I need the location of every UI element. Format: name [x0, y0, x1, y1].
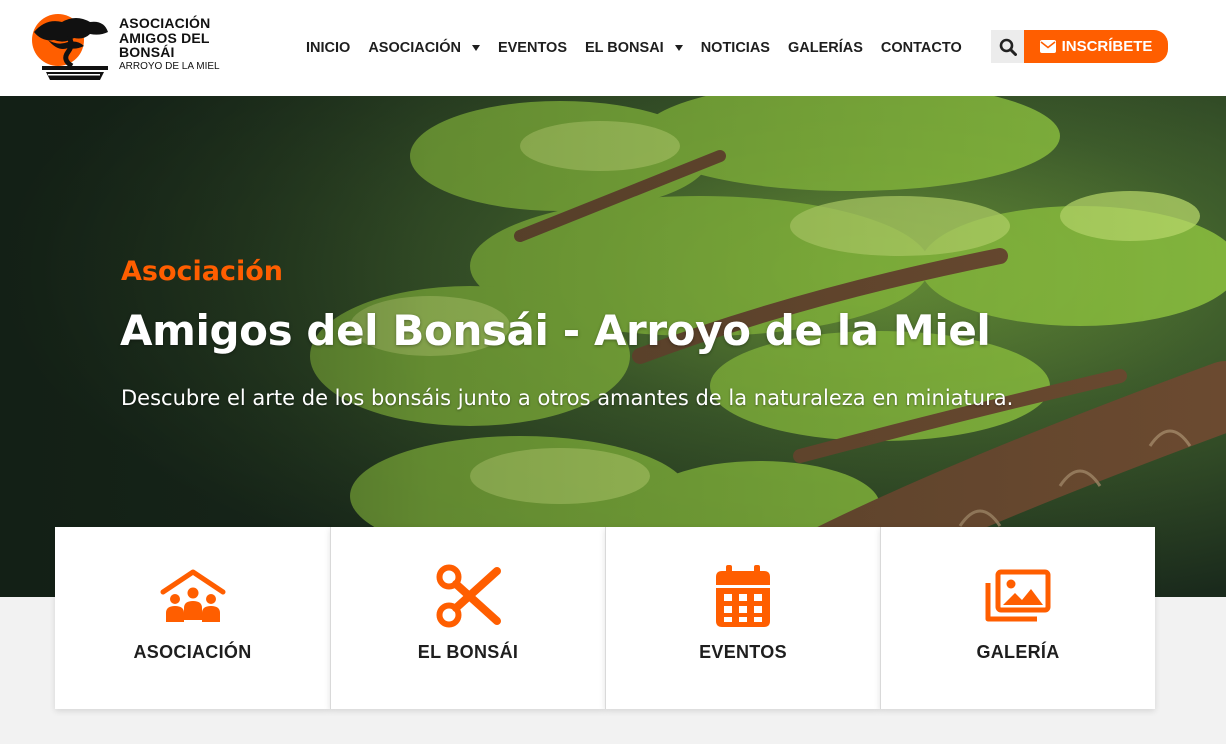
- nav-item-label: NOTICIAS: [700, 40, 770, 56]
- card-el-bonsai[interactable]: EL BONSÁI: [330, 527, 605, 709]
- nav-item-label: EVENTOS: [497, 40, 567, 56]
- people-house-icon: [160, 569, 225, 622]
- nav-item-label: GALERÍAS: [787, 40, 863, 56]
- logo-subline: ARROYO DE LA MIEL: [119, 60, 220, 72]
- feature-cards: ASOCIACIÓN EL BONSÁI EVENTOS GALERÍA: [55, 527, 1155, 709]
- main-nav: INICIO ASOCIACIÓN EVENTOS EL BONSAI NOTI…: [306, 38, 980, 58]
- search-icon: [999, 38, 1017, 56]
- hero-kicker: Asociación: [121, 256, 284, 287]
- logo-line-3: BONSÁI: [119, 44, 175, 60]
- hero-title: Amigos del Bonsái - Arroyo de la Miel: [120, 306, 991, 355]
- bonsai-logo-icon: [32, 14, 108, 80]
- nav-item-el-bonsai[interactable]: EL BONSAI: [585, 40, 683, 56]
- nav-item-galerias[interactable]: GALERÍAS: [788, 40, 863, 56]
- nav-item-label: ASOCIACIÓN: [368, 40, 461, 56]
- card-label: GALERÍA: [976, 642, 1060, 662]
- envelope-icon: [1039, 40, 1056, 53]
- site-header: ASOCIACIÓN AMIGOS DEL BONSÁI ARROYO DE L…: [0, 0, 1226, 96]
- caret-down-icon: [674, 45, 683, 51]
- logo-line-1: ASOCIACIÓN: [119, 15, 211, 31]
- signup-button[interactable]: INSCRÍBETE: [1024, 30, 1168, 63]
- nav-item-label: CONTACTO: [880, 40, 962, 56]
- hero-subtitle: Descubre el arte de los bonsáis junto a …: [121, 386, 1014, 410]
- signup-button-label: INSCRÍBETE: [1061, 38, 1153, 55]
- nav-item-label: EL BONSAI: [585, 40, 664, 56]
- card-label: EL BONSÁI: [417, 642, 519, 662]
- nav-item-noticias[interactable]: NOTICIAS: [701, 40, 770, 56]
- caret-down-icon: [471, 45, 480, 51]
- nav-item-contacto[interactable]: CONTACTO: [881, 40, 962, 56]
- logo-line-2: AMIGOS DEL: [119, 29, 210, 46]
- scissors-icon: [436, 564, 501, 628]
- nav-item-label: INICIO: [306, 40, 351, 56]
- card-label: ASOCIACIÓN: [133, 642, 252, 662]
- calendar-icon: [716, 565, 770, 627]
- images-icon: [985, 569, 1051, 622]
- nav-item-eventos[interactable]: EVENTOS: [498, 40, 567, 56]
- nav-item-asociacion[interactable]: ASOCIACIÓN: [368, 40, 480, 56]
- card-galeria[interactable]: GALERÍA: [880, 527, 1155, 709]
- hero-banner: Asociación Amigos del Bonsái - Arroyo de…: [0, 96, 1226, 597]
- site-logo[interactable]: ASOCIACIÓN AMIGOS DEL BONSÁI ARROYO DE L…: [28, 10, 228, 84]
- search-button[interactable]: [991, 30, 1024, 63]
- nav-item-inicio[interactable]: INICIO: [306, 40, 350, 56]
- card-eventos[interactable]: EVENTOS: [605, 527, 880, 709]
- card-label: EVENTOS: [699, 642, 787, 662]
- card-asociacion[interactable]: ASOCIACIÓN: [55, 527, 330, 709]
